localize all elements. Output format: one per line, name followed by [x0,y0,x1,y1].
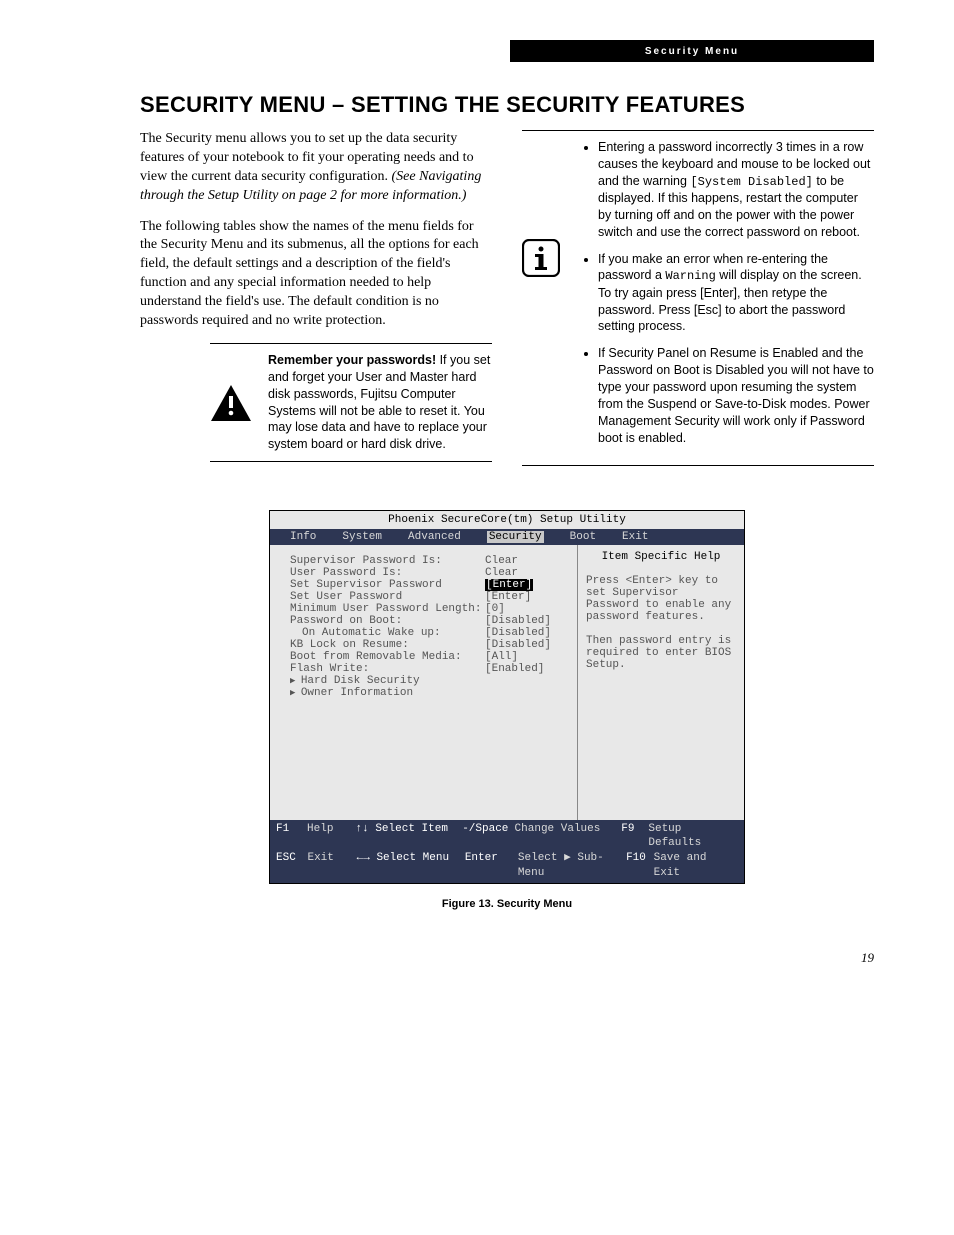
bios-help-panel: Item Specific Help Press <Enter> key to … [578,545,744,820]
bios-screenshot: Phoenix SecureCore(tm) Setup Utility Inf… [269,510,745,884]
bios-row: Owner Information [290,687,567,699]
bios-menu-system: System [342,531,382,543]
bios-menu-bar: Info System Advanced Security Boot Exit [270,529,744,545]
bios-fields: Supervisor Password Is:ClearUser Passwor… [270,545,578,820]
bios-row: User Password Is:Clear [290,567,567,579]
bios-row: Flash Write:[Enabled] [290,663,567,675]
bios-row: On Automatic Wake up:[Disabled] [290,627,567,639]
info-item-1: Entering a password incorrectly 3 times … [598,139,874,241]
bios-footer: F1 Help ↑↓ Select Item -/Space Change Va… [270,820,744,883]
bios-help-title: Item Specific Help [586,551,736,563]
bios-menu-advanced: Advanced [408,531,461,543]
bios-help-body: Press <Enter> key to set Supervisor Pass… [586,575,736,671]
info-box: Entering a password incorrectly 3 times … [522,130,874,466]
page-number: 19 [140,950,874,966]
bios-row: Set Supervisor Password[Enter] [290,579,567,591]
warning-icon [210,384,252,422]
info-item-2: If you make an error when re-entering th… [598,251,874,336]
intro-para-1: The Security menu allows you to set up t… [140,130,492,206]
bios-row: Minimum User Password Length:[0] [290,603,567,615]
bios-menu-info: Info [290,531,316,543]
page-title: SECURITY MENU – SETTING THE SECURITY FEA… [140,92,874,118]
intro-para-2: The following tables show the names of t… [140,218,492,331]
header-label: Security Menu [645,46,739,57]
bios-title: Phoenix SecureCore(tm) Setup Utility [270,511,744,529]
info-icon [522,239,560,277]
bios-row: Set User Password[Enter] [290,591,567,603]
warning-box: Remember your passwords! If you set and … [210,343,492,462]
bios-row: Hard Disk Security [290,675,567,687]
figure-caption: Figure 13. Security Menu [269,898,745,910]
info-item-3: If Security Panel on Resume is Enabled a… [598,345,874,446]
warning-text: Remember your passwords! If you set and … [268,352,492,453]
bios-row: Password on Boot:[Disabled] [290,615,567,627]
header-bar: Security Menu [510,40,874,62]
bios-row: Boot from Removable Media:[All] [290,651,567,663]
bios-row: KB Lock on Resume:[Disabled] [290,639,567,651]
bios-menu-boot: Boot [570,531,596,543]
bios-menu-security: Security [487,531,544,543]
bios-row: Supervisor Password Is:Clear [290,555,567,567]
bios-menu-exit: Exit [622,531,648,543]
